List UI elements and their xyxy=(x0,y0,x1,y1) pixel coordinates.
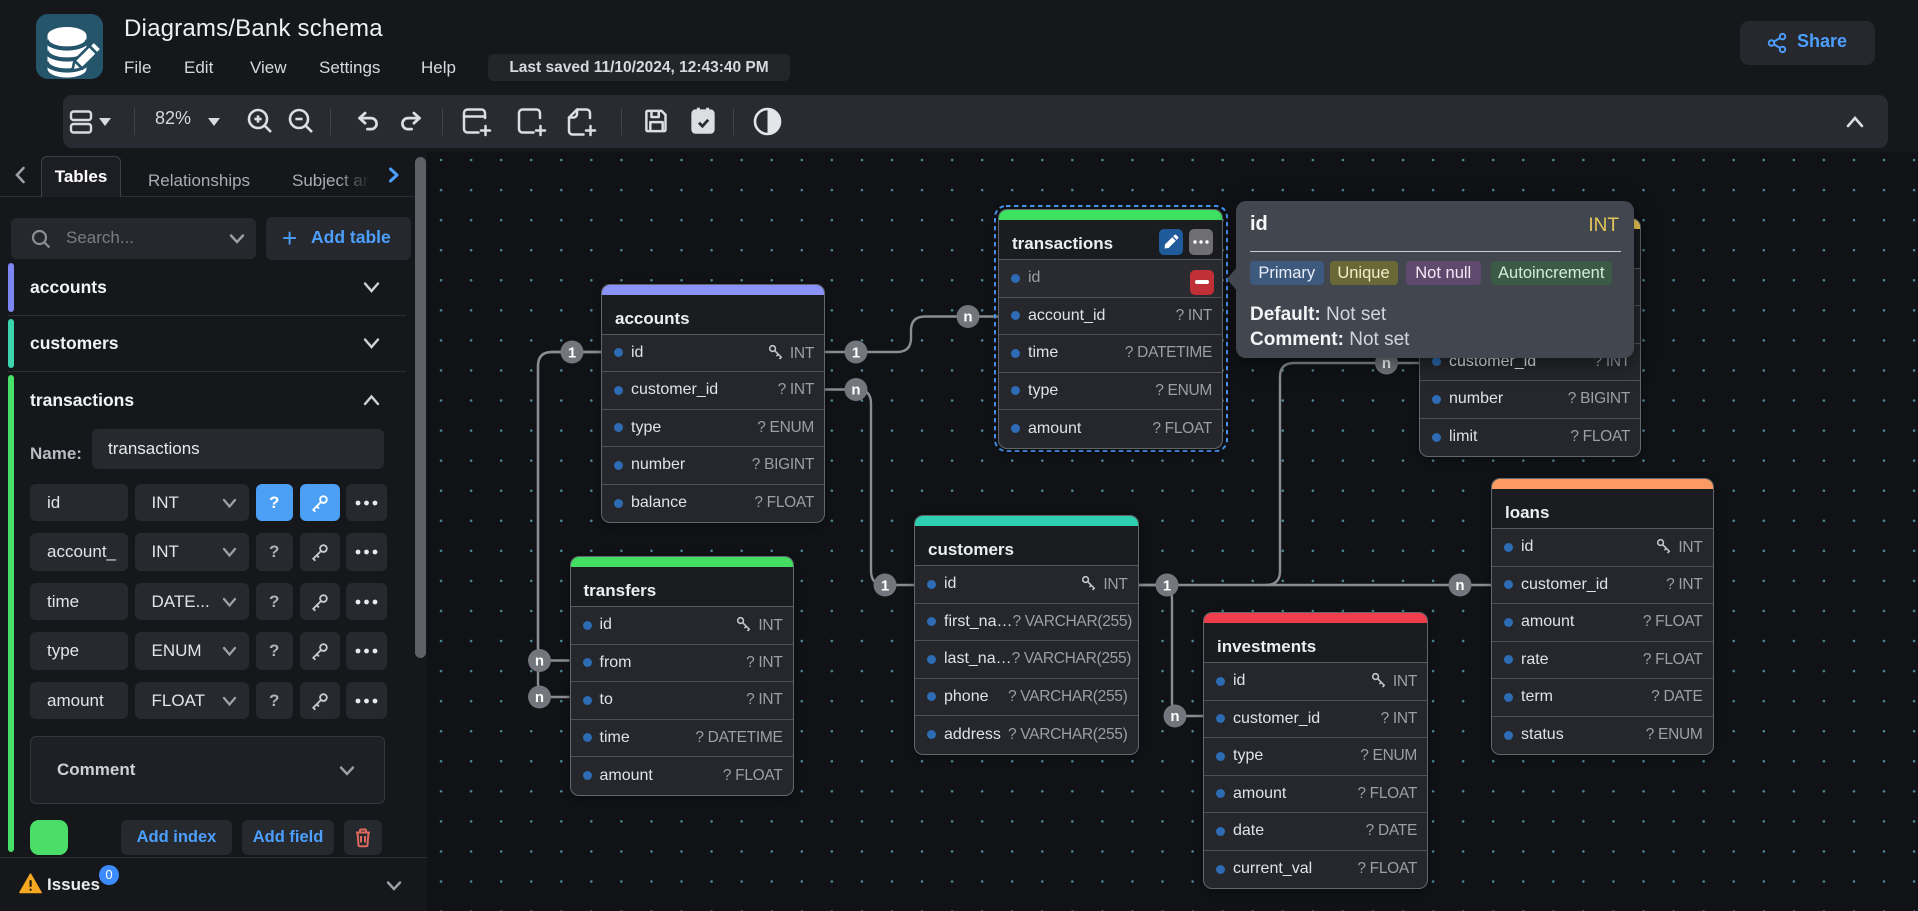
svg-text:n: n xyxy=(1170,708,1179,725)
svg-text:n: n xyxy=(535,653,544,670)
svg-text:n: n xyxy=(1382,355,1391,372)
svg-text:n: n xyxy=(963,309,972,326)
svg-text:n: n xyxy=(851,382,860,399)
svg-text:1: 1 xyxy=(568,345,576,362)
svg-text:1: 1 xyxy=(881,578,889,595)
svg-text:1: 1 xyxy=(1163,578,1171,595)
svg-text:1: 1 xyxy=(852,345,860,362)
svg-text:n: n xyxy=(1455,577,1464,594)
svg-text:n: n xyxy=(535,689,544,706)
